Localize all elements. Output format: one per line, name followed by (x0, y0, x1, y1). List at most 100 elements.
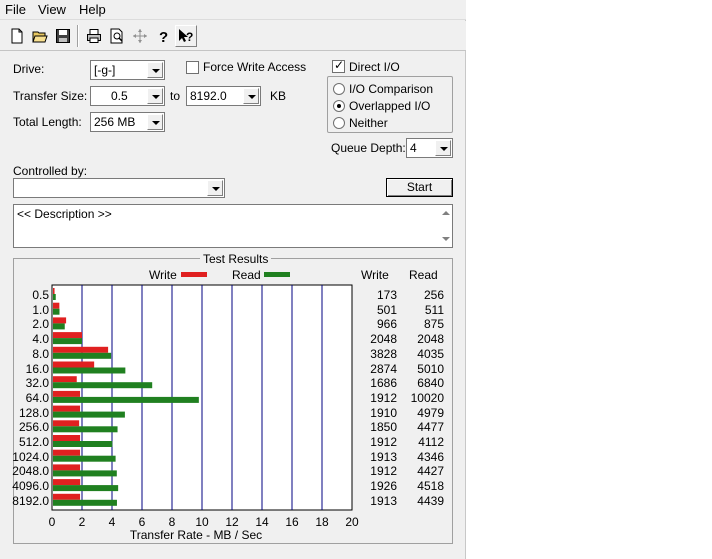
context-help-icon: ? (179, 29, 193, 44)
queue-depth-select[interactable]: 4 (406, 138, 453, 158)
open-button[interactable] (29, 25, 51, 47)
description-text: << Description >> (17, 207, 112, 221)
chevron-down-icon[interactable] (147, 114, 163, 130)
direct-io-checkbox[interactable] (332, 58, 345, 73)
read-value-cell: 511 (424, 302, 444, 317)
read-value-cell: 4979 (417, 405, 444, 420)
chevron-down-icon[interactable] (243, 88, 259, 104)
menu-file[interactable]: File (5, 2, 26, 17)
io-comparison-label: I/O Comparison (349, 82, 434, 96)
move-icon (133, 29, 147, 43)
menu-help[interactable]: Help (79, 2, 106, 17)
queue-depth-label: Queue Depth: (331, 141, 406, 155)
write-value-cell: 1912 (370, 464, 397, 479)
total-length-value: 256 MB (94, 115, 136, 129)
svg-text:?: ? (159, 29, 168, 44)
chevron-down-icon[interactable] (147, 88, 163, 104)
write-value-cell: 1850 (370, 420, 397, 435)
write-value-cell: 3828 (370, 346, 397, 361)
chevron-down-icon[interactable] (147, 62, 163, 78)
force-write-label: Force Write Access (203, 60, 307, 74)
write-value-cell: 1686 (370, 376, 397, 391)
help-button[interactable]: ? (152, 25, 174, 47)
open-icon (32, 31, 48, 43)
read-value-cell: 4518 (417, 479, 444, 494)
neither-label: Neither (349, 116, 388, 130)
read-value-cell: 4439 (417, 493, 444, 508)
direct-io-label: Direct I/O (349, 60, 400, 74)
write-value-cell: 966 (376, 317, 397, 332)
read-value-cell: 4477 (417, 420, 444, 435)
total-length-select[interactable]: 256 MB (90, 112, 165, 132)
overlapped-io-radio[interactable] (333, 100, 345, 112)
drive-value: [-g-] (94, 63, 116, 77)
legend-write-label: Write (149, 268, 177, 282)
legend-read-swatch (264, 272, 290, 277)
drive-select[interactable]: [-g-] (90, 60, 165, 80)
read-value-cell: 4035 (417, 346, 444, 361)
transfer-from-select[interactable]: 0.5 (90, 86, 165, 106)
write-value-cell: 1926 (370, 479, 397, 494)
toolbar-separator (77, 25, 79, 47)
read-value-cell: 4427 (417, 464, 444, 479)
write-value-cell: 1913 (370, 493, 397, 508)
write-value-cell: 1910 (370, 405, 397, 420)
y-tick-label: 2048.0 (12, 464, 49, 479)
to-label: to (170, 89, 181, 103)
column-header-read: Read (409, 268, 438, 282)
transfer-size-label: Transfer Size: (13, 89, 88, 103)
write-value-cell: 1912 (370, 390, 397, 405)
context-help-button[interactable]: ? (175, 25, 197, 47)
y-tick-label: 1024.0 (12, 449, 49, 464)
y-tick-label: 1.0 (32, 302, 49, 317)
y-tick-label: 4096.0 (12, 479, 49, 494)
read-value-cell: 4112 (418, 435, 444, 449)
toolbar: ? ? (0, 21, 466, 51)
read-value-cell: 5010 (417, 361, 444, 376)
print-preview-icon (110, 28, 123, 44)
y-tick-label: 32.0 (25, 376, 49, 391)
write-value-cell: 173 (376, 288, 397, 302)
y-tick-label: 0.5 (32, 288, 49, 302)
write-value-cell: 2048 (370, 332, 397, 347)
scroll-down-icon[interactable] (442, 237, 450, 241)
start-button[interactable]: Start (386, 178, 453, 197)
menu-view[interactable]: View (38, 2, 66, 17)
chevron-down-icon[interactable] (435, 140, 451, 156)
overlapped-io-label: Overlapped I/O (349, 99, 431, 113)
test-results-title: Test Results (200, 252, 272, 266)
print-button[interactable] (83, 25, 105, 47)
description-textarea[interactable]: << Description >> (13, 204, 453, 248)
write-value-cell: 2874 (370, 361, 397, 376)
save-icon (56, 29, 70, 43)
svg-text:?: ? (186, 30, 193, 44)
write-value-cell: 1913 (370, 449, 397, 464)
new-icon (11, 28, 23, 44)
print-preview-button[interactable] (106, 25, 128, 47)
y-tick-label: 64.0 (25, 390, 49, 405)
save-button[interactable] (52, 25, 74, 47)
iometer-window: File View Help ? ? Drive: [-g-] Force Wr… (0, 0, 466, 559)
chevron-down-icon[interactable] (207, 180, 223, 196)
queue-depth-value: 4 (410, 141, 417, 155)
new-button[interactable] (6, 25, 28, 47)
legend-read-label: Read (232, 268, 261, 282)
io-comparison-radio[interactable] (333, 83, 345, 95)
read-value-cell: 6840 (417, 376, 444, 391)
scroll-up-icon[interactable] (442, 211, 450, 215)
print-icon (87, 29, 101, 43)
neither-radio[interactable] (333, 117, 345, 129)
write-value-cell: 501 (376, 302, 397, 317)
controlled-by-select[interactable] (13, 178, 225, 198)
transfer-from-value: 0.5 (111, 89, 128, 103)
read-value-cell: 2048 (417, 332, 444, 347)
y-tick-label: 256.0 (18, 420, 49, 435)
read-value-cell: 256 (423, 288, 444, 302)
move-button[interactable] (129, 25, 151, 47)
help-icon: ? (159, 29, 168, 44)
force-write-checkbox[interactable] (186, 61, 199, 74)
y-tick-label: 16.0 (25, 361, 49, 376)
legend-write-swatch (181, 272, 207, 277)
y-tick-label: 128.0 (18, 405, 49, 420)
transfer-to-select[interactable]: 8192.0 (186, 86, 261, 106)
